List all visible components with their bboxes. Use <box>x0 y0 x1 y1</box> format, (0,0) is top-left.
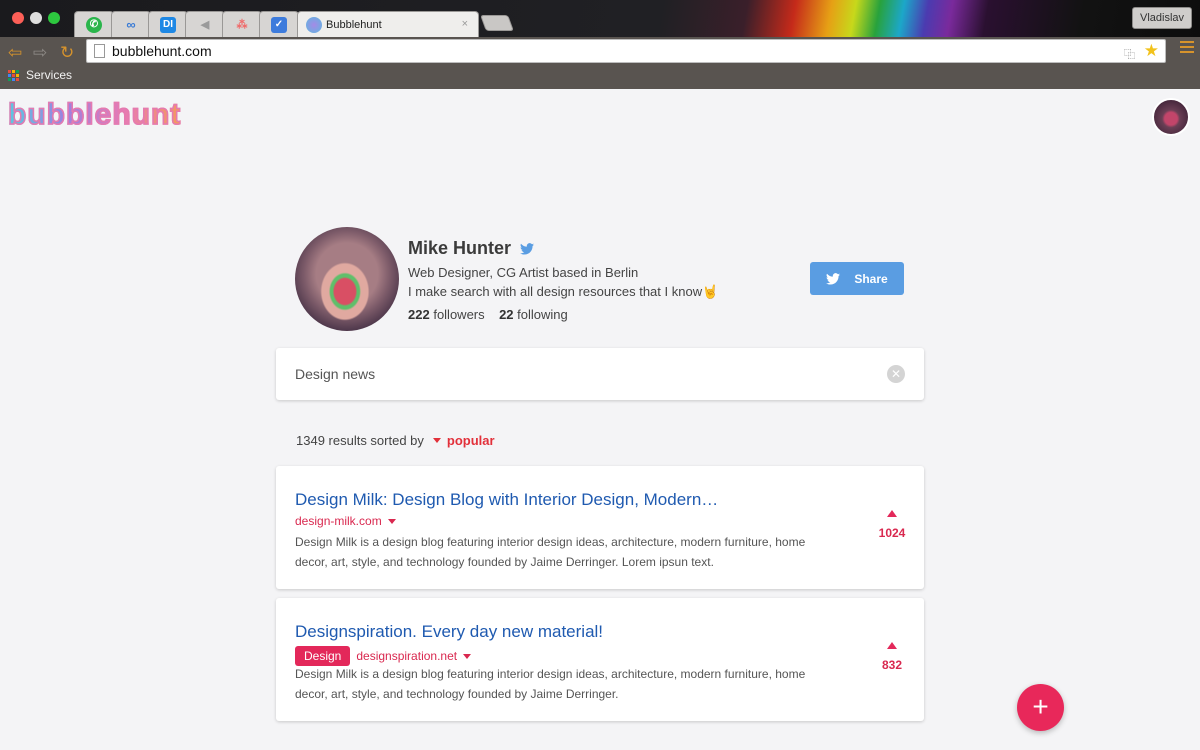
result-description: Design Milk is a design blog featuring i… <box>295 535 806 569</box>
browser-tab-active[interactable]: Bubblehunt × <box>297 11 479 37</box>
vote-count: 832 <box>881 658 903 672</box>
following-label[interactable]: following <box>517 307 568 322</box>
tab-title: Bubblehunt <box>326 18 382 31</box>
sort-caret-icon[interactable] <box>432 438 441 443</box>
upvote-arrow-icon[interactable] <box>887 642 897 649</box>
share-label: Share <box>854 271 888 286</box>
db-icon: DI <box>160 16 176 33</box>
window-close-button[interactable] <box>12 12 24 24</box>
browser-tab-mail[interactable]: ✓ <box>259 11 299 37</box>
result-description: Design Milk is a design blog featuring i… <box>295 667 806 701</box>
bookmark-star-icon[interactable]: ★ <box>1144 40 1159 62</box>
new-tab-button[interactable] <box>480 15 514 31</box>
whatsapp-icon: ✆ <box>86 16 102 33</box>
reload-icon[interactable]: ↻ <box>60 43 74 63</box>
followers-count[interactable]: 222 <box>408 307 430 322</box>
followers-label[interactable]: followers <box>433 307 484 322</box>
bookmark-services[interactable]: Services <box>26 68 72 82</box>
vote-widget: 832 <box>876 642 908 672</box>
window-maximize-button[interactable] <box>48 12 60 24</box>
browser-toolbar: ⇦ ⇨ ↻ bubblehunt.com ⿻ ★ Services <box>0 37 1200 89</box>
tab-close-icon[interactable]: × <box>462 18 468 30</box>
sort-dropdown[interactable]: popular <box>447 433 495 448</box>
profile-stats: 222 followers 22 following <box>408 307 568 322</box>
bookmarks-bar: Services <box>8 68 72 82</box>
browser-tab-link[interactable]: ∞ <box>111 11 151 37</box>
twitter-icon <box>826 272 841 285</box>
user-avatar[interactable] <box>1152 98 1190 136</box>
browser-titlebar: ✆ ∞ DI ◀ ⁂ ✓ Bubblehunt × Vladislav <box>0 0 1200 37</box>
address-bar[interactable]: bubblehunt.com ⿻ ★ <box>86 39 1166 63</box>
mail-check-icon: ✓ <box>271 16 287 33</box>
results-count: 1349 results sorted by <box>296 433 424 448</box>
following-count[interactable]: 22 <box>499 307 513 322</box>
link-icon: ∞ <box>126 17 136 32</box>
profile-bio-line2: I make search with all design resources … <box>408 284 719 299</box>
profile-avatar <box>295 227 399 331</box>
clear-search-icon[interactable]: ✕ <box>887 365 905 383</box>
url-text: bubblehunt.com <box>112 43 212 59</box>
result-card[interactable]: Designspiration. Every day new material!… <box>276 598 924 721</box>
result-card[interactable]: Design Milk: Design Blog with Interior D… <box>276 466 924 589</box>
vote-widget: 1024 <box>876 510 908 540</box>
twitter-share-button[interactable]: Share <box>810 262 904 295</box>
browser-menu-icon[interactable] <box>1180 41 1194 56</box>
back-arrow-icon[interactable]: ⇦ <box>8 43 22 63</box>
result-title[interactable]: Designspiration. Every day new material! <box>295 622 603 642</box>
result-tag[interactable]: Design <box>295 646 351 666</box>
translate-icon[interactable]: ⿻ <box>1124 44 1135 66</box>
search-input[interactable]: Design news ✕ <box>276 348 924 400</box>
twitter-icon[interactable] <box>520 242 535 255</box>
upvote-arrow-icon[interactable] <box>887 510 897 517</box>
apps-grid-icon[interactable] <box>8 69 19 81</box>
profile-switcher-button[interactable]: Vladislav <box>1132 7 1192 29</box>
forward-arrow-icon[interactable]: ⇨ <box>33 43 47 63</box>
result-domain[interactable]: designspiration.net <box>356 649 457 663</box>
browser-tab-asana[interactable]: ⁂ <box>222 11 262 37</box>
result-title[interactable]: Design Milk: Design Blog with Interior D… <box>295 490 718 510</box>
profile-bio-line1: Web Designer, CG Artist based in Berlin <box>408 265 639 280</box>
result-meta: design-milk.com <box>295 514 396 528</box>
page-icon <box>94 44 105 58</box>
browser-tab-audio[interactable]: ◀ <box>185 11 225 37</box>
window-minimize-button[interactable] <box>30 12 42 24</box>
speaker-icon: ◀ <box>200 19 210 31</box>
profile-name-row: Mike Hunter <box>408 238 535 259</box>
browser-tab-whatsapp[interactable]: ✆ <box>74 11 114 37</box>
vote-count: 1024 <box>878 526 906 540</box>
asana-icon: ⁂ <box>236 19 248 31</box>
results-summary: 1349 results sorted by popular <box>296 433 495 448</box>
bubblehunt-favicon <box>306 16 322 33</box>
search-query[interactable]: Design news <box>295 366 375 382</box>
add-button[interactable]: + <box>1017 684 1064 731</box>
domain-caret-icon[interactable] <box>463 653 472 659</box>
browser-tab-db[interactable]: DI <box>148 11 188 37</box>
result-meta: Design designspiration.net <box>295 646 472 666</box>
result-domain[interactable]: design-milk.com <box>295 514 382 528</box>
bubblehunt-logo[interactable]: bubblehunt <box>7 97 181 132</box>
profile-name: Mike Hunter <box>408 238 512 258</box>
domain-caret-icon[interactable] <box>387 518 396 524</box>
